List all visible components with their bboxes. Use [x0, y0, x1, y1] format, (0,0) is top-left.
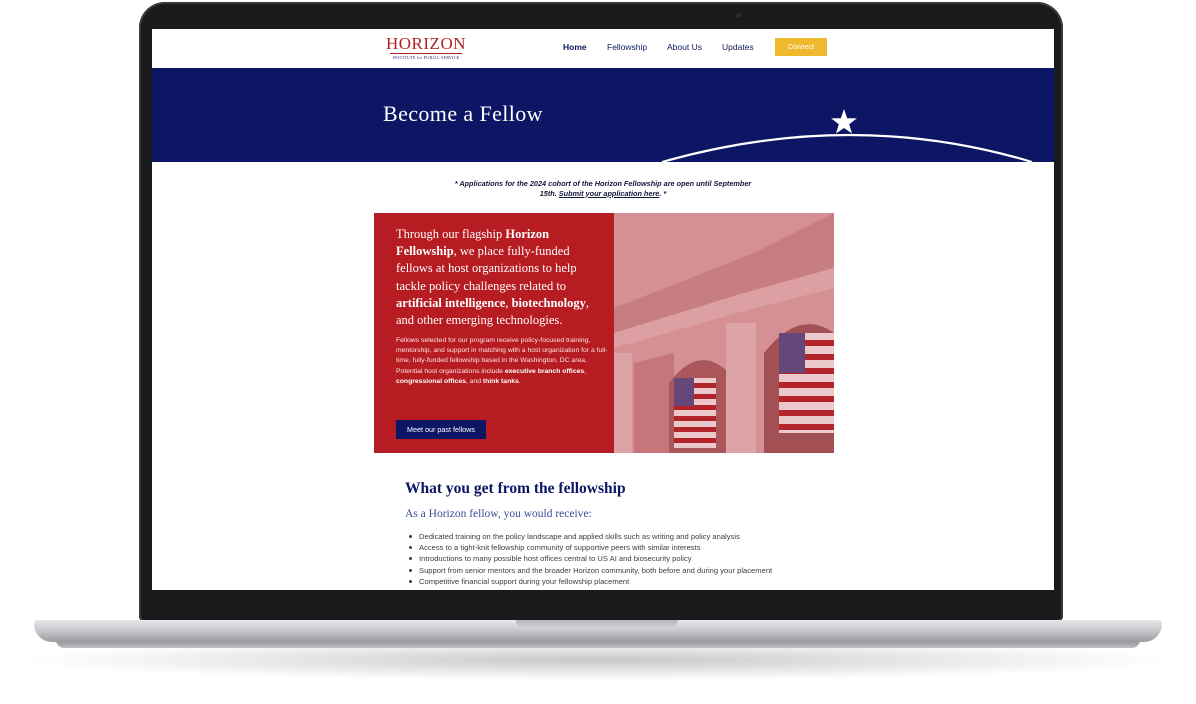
logo-rule	[390, 53, 462, 54]
building-flags-image	[614, 213, 834, 453]
list-item: Access to a tight-knit fellowship commun…	[408, 542, 772, 553]
list-item: Competitive financial support during you…	[408, 576, 772, 587]
lead-text: Through our flagship	[396, 227, 506, 241]
body-bold-congressional: congressional offices	[396, 377, 466, 385]
lead-bold-biotech: biotechnology	[511, 295, 586, 310]
promo-body: Fellows selected for our program receive…	[396, 336, 608, 387]
laptop-notch	[516, 620, 678, 629]
body-text: ,	[584, 367, 587, 375]
star-icon	[831, 109, 857, 134]
hero-banner: Become a Fellow	[152, 68, 1054, 162]
list-item: Support from senior mentors and the broa…	[408, 565, 773, 575]
benefits-intro: As a Horizon fellow, you would receive:	[405, 508, 592, 520]
nav-link-home[interactable]: Home	[563, 42, 587, 52]
horizon-arc	[661, 133, 1033, 162]
promo-text-panel: Through our flagship Horizon Fellowship,…	[374, 213, 614, 453]
list-item: Introductions to many possible host offi…	[408, 553, 772, 564]
browser-screen: HORIZON INSTITUTE for PUBLIC SERVICE Hom…	[152, 29, 1054, 590]
benefits-title: What you get from the fellowship	[405, 480, 626, 497]
lead-bold-ai: artificial intelligence	[396, 295, 506, 310]
logo-text: HORIZON	[386, 34, 466, 53]
connect-button[interactable]: Connect	[775, 38, 827, 56]
body-text: .	[518, 377, 521, 385]
top-navigation: HORIZON INSTITUTE for PUBLIC SERVICE Hom…	[152, 29, 1054, 68]
submit-application-link[interactable]: Submit your application here	[559, 189, 660, 198]
building-illustration	[614, 213, 834, 453]
horizon-logo[interactable]: HORIZON INSTITUTE for PUBLIC SERVICE	[386, 35, 466, 61]
body-text: , and	[465, 377, 483, 385]
logo-subtitle: INSTITUTE for PUBLIC SERVICE	[392, 55, 460, 60]
promo-lead: Through our flagship Horizon Fellowship,…	[396, 226, 596, 329]
meet-past-fellows-button[interactable]: Meet our past fellows	[396, 420, 486, 439]
nav-link-updates[interactable]: Updates	[722, 42, 754, 52]
horizon-arc-graphic	[661, 109, 1033, 162]
body-bold-executive: executive branch offices	[504, 367, 585, 375]
body-bold-think-tanks: think tanks	[482, 377, 519, 385]
camera	[736, 13, 741, 18]
benefits-list: Dedicated training on the policy landsca…	[405, 531, 772, 587]
notice-suffix: . *	[659, 188, 667, 198]
list-item: Dedicated training on the policy landsca…	[408, 531, 772, 542]
fellowship-promo: Through our flagship Horizon Fellowship,…	[374, 213, 834, 453]
page-title: Become a Fellow	[383, 101, 543, 126]
application-notice: * Applications for the 2024 cohort of th…	[452, 179, 754, 198]
nav-link-fellowship[interactable]: Fellowship	[607, 42, 647, 52]
nav-link-about-us[interactable]: About Us	[667, 42, 702, 52]
